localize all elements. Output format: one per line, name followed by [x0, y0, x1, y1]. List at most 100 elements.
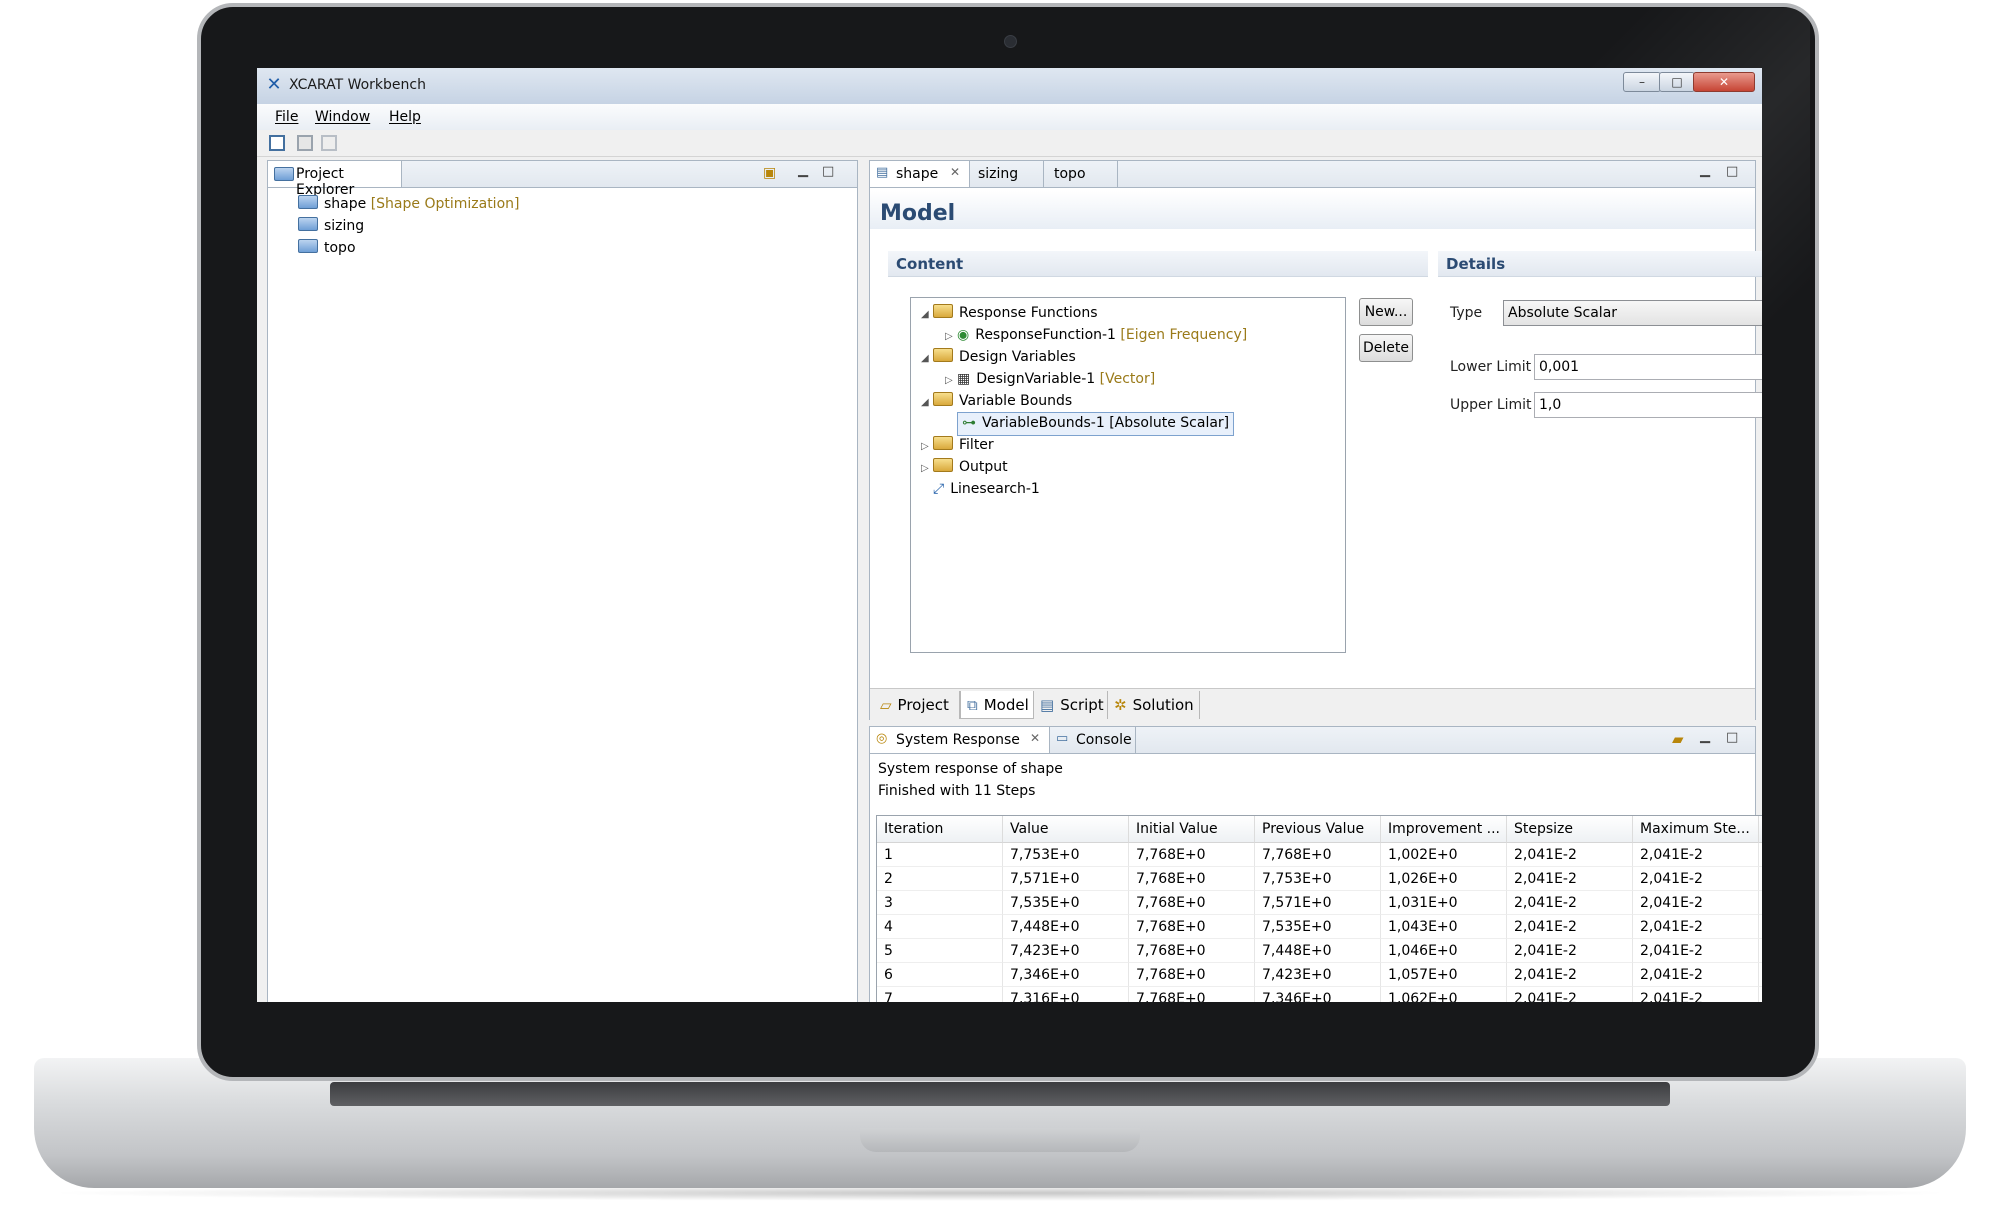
column-header[interactable]: Penalty — [1759, 816, 1762, 843]
column-header[interactable]: Iteration — [877, 816, 1003, 843]
tree-item-output[interactable]: ▷ Output — [921, 456, 1008, 478]
table-cell: 2,041E-2 — [1507, 891, 1633, 915]
close-tab-icon[interactable]: ✕ — [1030, 731, 1040, 745]
menu-file[interactable]: File — [275, 109, 298, 125]
solution-icon: ✲ — [1114, 696, 1127, 714]
close-tab-icon[interactable]: ✕ — [950, 165, 960, 179]
maximize-view-icon[interactable]: □ — [822, 164, 834, 179]
tree-item-topo[interactable]: topo — [298, 237, 356, 259]
expanded-arrow-icon[interactable]: ◢ — [921, 304, 933, 326]
tree-item-shape[interactable]: shape [Shape Optimization] — [298, 193, 519, 215]
column-header[interactable]: Stepsize — [1507, 816, 1633, 843]
tab-system-response[interactable]: ◎ System Response ✕ — [870, 727, 1050, 753]
tree-item-variablebounds-1[interactable]: ⊶ VariableBounds-1 [Absolute Scalar] — [957, 412, 1235, 436]
save-all-icon[interactable] — [321, 135, 337, 151]
project-name: shape — [324, 196, 367, 212]
collapsed-arrow-icon[interactable]: ▷ — [945, 326, 957, 348]
table-cell: 7,768E+0 — [1129, 915, 1255, 939]
table-cell: 6 — [877, 963, 1003, 987]
menu-help[interactable]: Help — [389, 109, 421, 125]
table-cell: 7,316E+0 — [1003, 987, 1129, 1002]
table-cell: 1,031E+0 — [1381, 891, 1507, 915]
page-title: Model — [880, 201, 956, 226]
tab-sizing[interactable]: sizing — [970, 161, 1044, 187]
type-select-value: Absolute Scalar — [1508, 305, 1618, 321]
tree-item-response-functions[interactable]: ◢ Response Functions — [921, 302, 1098, 324]
table-cell: 1,000E+0 — [1759, 891, 1762, 915]
close-button[interactable]: ✕ — [1693, 72, 1755, 92]
open-folder-icon[interactable]: ▰ — [1672, 730, 1684, 748]
tree-item-design-variables[interactable]: ◢ Design Variables — [921, 346, 1076, 368]
minimize-button[interactable]: – — [1623, 72, 1661, 92]
column-header[interactable]: Value — [1003, 816, 1129, 843]
column-header[interactable]: Previous Value — [1255, 816, 1381, 843]
tree-item-linesearch-1[interactable]: ⤢ Linesearch-1 — [921, 478, 1040, 500]
tree-item-variable-bounds[interactable]: ◢ Variable Bounds — [921, 390, 1072, 412]
expanded-arrow-icon[interactable]: ◢ — [921, 392, 933, 414]
content-section-header: Content — [888, 251, 1428, 277]
save-icon[interactable] — [297, 135, 313, 151]
table-cell: 7,346E+0 — [1003, 963, 1129, 987]
project-type: [Shape Optimization] — [370, 196, 520, 212]
project-name: topo — [324, 240, 356, 256]
tab-shape[interactable]: ▤ shape ✕ — [870, 161, 970, 187]
xcarat-logo-icon: ✕ — [266, 74, 282, 95]
tab-script[interactable]: ▤ Script — [1034, 691, 1108, 719]
column-header[interactable]: Initial Value — [1129, 816, 1255, 843]
laptop-keyboard-edge — [330, 1082, 1670, 1106]
tree-item-filter[interactable]: ▷ Filter — [921, 434, 994, 456]
tree-item-designvariable-1[interactable]: ▷ ▦ DesignVariable-1 [Vector] — [945, 368, 1155, 390]
minimize-view-icon[interactable]: ▁ — [1700, 729, 1710, 744]
table-cell: 7,753E+0 — [1003, 843, 1129, 867]
maximize-button[interactable]: □ — [1659, 72, 1695, 92]
tab-label: topo — [1054, 166, 1086, 182]
collapsed-arrow-icon[interactable]: ▷ — [921, 436, 933, 458]
expanded-arrow-icon[interactable]: ◢ — [921, 348, 933, 370]
folder-open-icon — [933, 348, 953, 362]
lower-limit-input[interactable]: 0,001 — [1534, 354, 1762, 380]
minimize-view-icon[interactable]: ▁ — [1700, 163, 1710, 178]
table-cell: 2,041E-2 — [1507, 963, 1633, 987]
title-bar: ✕ XCARAT Workbench – □ ✕ — [257, 68, 1762, 104]
project-folder-icon — [298, 195, 318, 209]
tab-model[interactable]: ⧉ Model — [960, 691, 1034, 719]
type-select[interactable]: Absolute Scalar ▼ — [1503, 300, 1762, 326]
collapsed-arrow-icon[interactable]: ▷ — [945, 370, 957, 392]
tab-solution[interactable]: ✲ Solution — [1108, 691, 1200, 719]
tab-label: shape — [896, 166, 939, 182]
table-cell: 7,535E+0 — [1255, 915, 1381, 939]
column-header[interactable]: Improvement ... — [1381, 816, 1507, 843]
design-variable-icon: ▦ — [957, 371, 971, 387]
tab-console[interactable]: ▭ Console — [1050, 727, 1136, 753]
tab-project[interactable]: ▱ Project — [874, 691, 960, 719]
menu-window[interactable]: Window — [315, 109, 370, 125]
tab-label: Script — [1060, 696, 1104, 714]
table-cell: 2,041E-2 — [1633, 939, 1759, 963]
tab-topo[interactable]: topo — [1044, 161, 1118, 187]
upper-limit-input[interactable]: 1,0 — [1534, 392, 1762, 418]
collapsed-arrow-icon[interactable]: ▷ — [921, 458, 933, 480]
column-header[interactable]: Maximum Ste... — [1633, 816, 1759, 843]
minimize-view-icon[interactable]: ▁ — [798, 163, 808, 178]
system-response-view: ◎ System Response ✕ ▭ Console ▰ ▁ □ Syst… — [869, 726, 1762, 1002]
new-button[interactable]: New... — [1359, 298, 1413, 326]
table-cell: 2,041E-2 — [1507, 843, 1633, 867]
laptop-opening-notch — [860, 1128, 1140, 1152]
table-cell: 2,041E-2 — [1633, 867, 1759, 891]
maximize-view-icon[interactable]: □ — [1726, 164, 1738, 179]
new-folder-icon[interactable]: ▣ — [763, 165, 776, 181]
delete-button[interactable]: Delete — [1359, 334, 1413, 362]
table-cell: 2,041E-2 — [1633, 843, 1759, 867]
table-cell: 7,346E+0 — [1255, 987, 1381, 1002]
table-cell: 2,041E-2 — [1633, 963, 1759, 987]
tab-label: Model — [983, 696, 1029, 714]
tab-project-explorer[interactable]: Project Explorer — [268, 161, 402, 198]
table-cell: 1,000E+0 — [1759, 963, 1762, 987]
tree-item-sizing[interactable]: sizing — [298, 215, 364, 237]
table-cell: 7,768E+0 — [1129, 987, 1255, 1002]
tab-label: Solution — [1132, 696, 1194, 714]
camera-icon — [1004, 35, 1017, 48]
tree-item-responsefunction-1[interactable]: ▷ ◉ ResponseFunction-1 [Eigen Frequency] — [945, 324, 1247, 346]
new-project-icon[interactable] — [269, 135, 285, 151]
maximize-view-icon[interactable]: □ — [1726, 730, 1738, 745]
